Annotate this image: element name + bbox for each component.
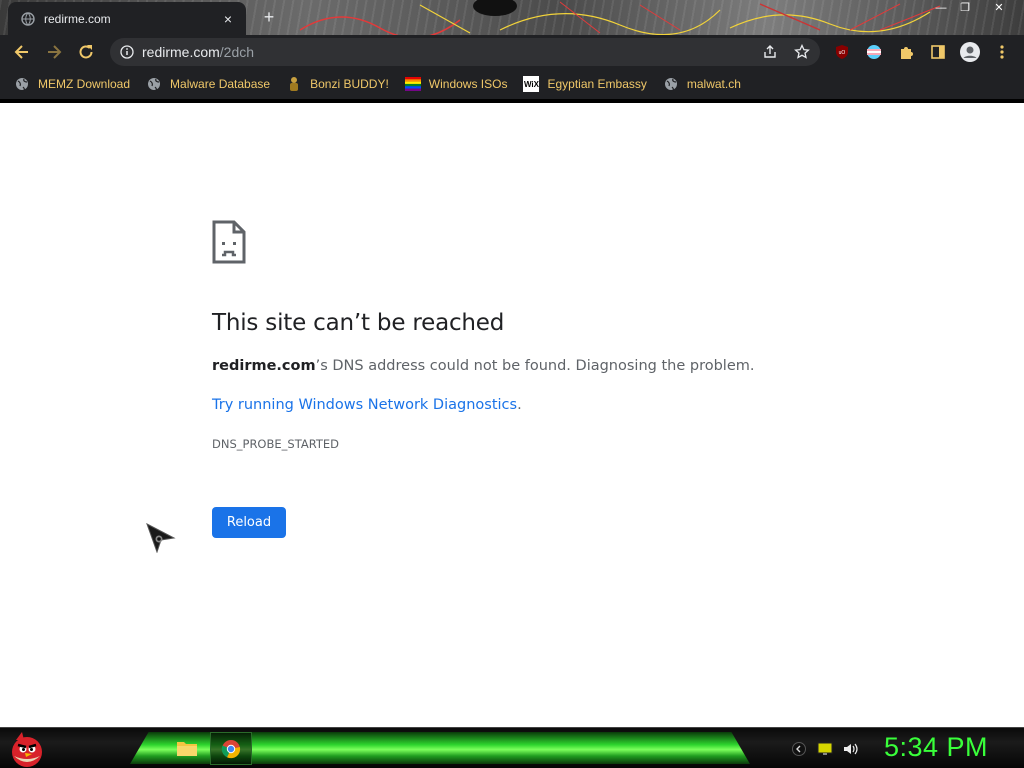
start-button-angry-bird-icon[interactable] [6,728,48,768]
minimize-button[interactable]: — [928,0,954,18]
new-tab-button[interactable]: + [258,6,280,28]
error-page: This site can’t be reached redirme.com’s… [0,103,1024,727]
bookmarks-bar: MEMZ Download Malware Database Bonzi BUD… [0,69,1024,99]
sad-page-icon [212,220,246,264]
globe-icon [663,76,679,92]
restore-button[interactable]: ❐ [952,0,978,18]
chevron-icon[interactable] [790,740,808,758]
forward-arrow-icon[interactable] [42,40,66,64]
extension-flag-icon[interactable] [862,40,886,64]
address-host: redirme.com [142,44,220,60]
volume-icon[interactable] [842,740,860,758]
bookmark-label: Windows ISOs [428,77,508,91]
wix-icon: WiX [523,76,540,92]
browser-tab[interactable]: redirme.com × [8,2,246,35]
bookmark-bonzi-buddy[interactable]: Bonzi BUDDY! [286,76,389,92]
bonzi-icon [286,76,302,92]
globe-icon [146,76,162,92]
chrome-taskbar-button[interactable] [210,732,252,765]
error-description-text: ’s DNS address could not be found. Diagn… [315,358,755,374]
profile-icon[interactable] [958,40,982,64]
bookmark-label: Bonzi BUDDY! [310,77,389,91]
browser-toolbar: redirme.com/2dch uO [0,35,1024,69]
globe-icon [14,76,30,92]
link-period: . [517,397,522,413]
taskbar-clock[interactable]: 5:34 PM [884,732,988,763]
share-icon[interactable] [758,40,782,64]
error-title: This site can’t be reached [212,310,505,336]
address-bar[interactable]: redirme.com/2dch [110,38,820,66]
menu-dots-icon[interactable] [990,40,1014,64]
bookmark-windows-isos[interactable]: Windows ISOs [404,76,508,92]
ublock-icon[interactable]: uO [830,40,854,64]
network-icon[interactable] [816,740,834,758]
globe-icon [20,11,36,27]
bookmark-malware-database[interactable]: Malware Database [146,76,270,92]
svg-text:uO: uO [839,50,846,56]
browser-titlebar: redirme.com × + — ❐ ✕ [0,0,1024,35]
bookmark-label: Egyptian Embassy [547,77,647,91]
close-tab-icon[interactable]: × [220,11,236,27]
info-icon[interactable] [120,45,134,59]
bookmark-label: malwat.ch [686,77,741,91]
error-host: redirme.com [212,358,316,374]
taskbar: 5:34 PM [0,727,1024,768]
close-window-button[interactable]: ✕ [986,0,1012,18]
folder-icon[interactable] [176,738,198,758]
sidepanel-icon[interactable] [926,40,950,64]
error-description: redirme.com’s DNS address could not be f… [212,358,754,374]
network-diagnostics-link[interactable]: Try running Windows Network Diagnostics [212,397,517,413]
address-path: /2dch [219,44,255,60]
bookmark-malwatch[interactable]: malwat.ch [663,76,741,92]
network-diagnostics-line: Try running Windows Network Diagnostics. [212,397,522,413]
reload-button[interactable]: Reload [212,507,286,538]
bookmark-memz-download[interactable]: MEMZ Download [14,76,130,92]
rainbow-icon [404,76,421,92]
address-url: redirme.com/2dch [142,44,254,60]
desktop-screen: redirme.com × + — ❐ ✕ redirme.com/2dch u… [0,0,1024,768]
tab-title: redirme.com [44,11,111,26]
bookmark-label: Malware Database [170,77,271,91]
system-tray [790,740,868,758]
puzzle-icon[interactable] [894,40,918,64]
error-code: DNS_PROBE_STARTED [212,437,339,451]
star-icon[interactable] [790,40,814,64]
chrome-icon [221,739,241,758]
bookmark-label: MEMZ Download [38,77,131,91]
bookmark-egyptian-embassy[interactable]: WiX Egyptian Embassy [523,76,647,92]
back-arrow-icon[interactable] [10,40,34,64]
reload-icon[interactable] [74,40,98,64]
mouse-cursor-icon [146,523,176,553]
